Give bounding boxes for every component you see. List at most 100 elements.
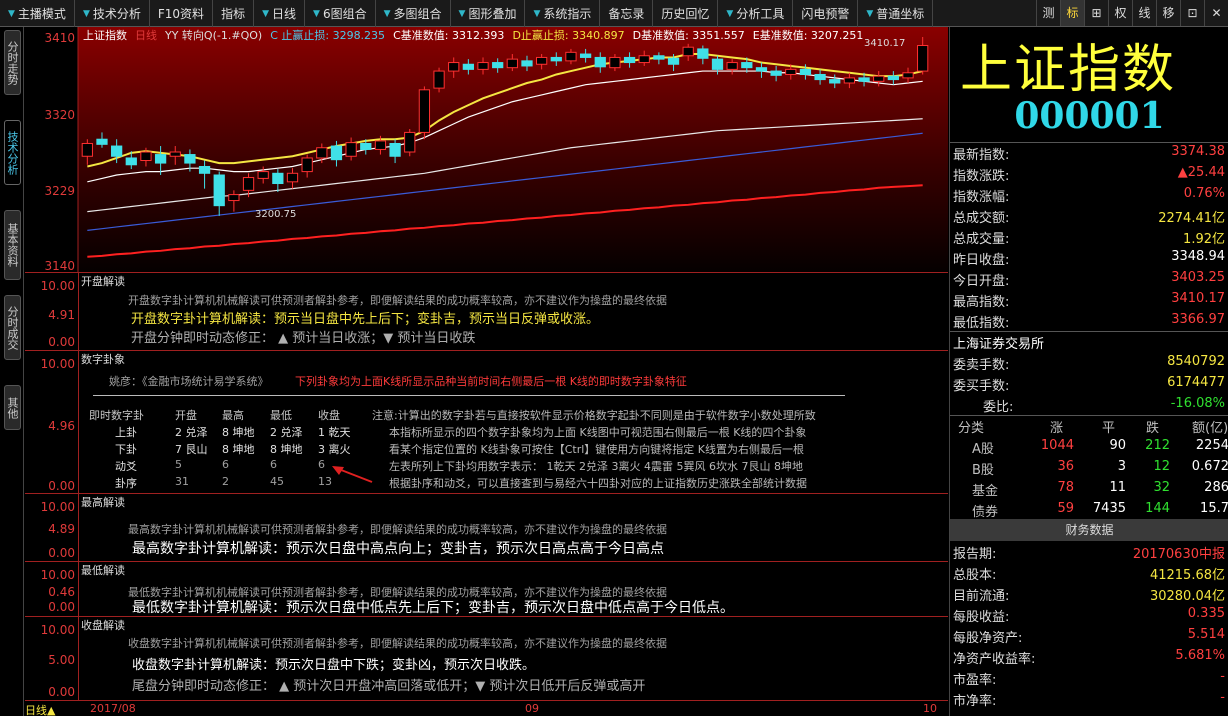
fin-row-2: 目前流通: 30280.04亿	[953, 583, 1225, 604]
panel-open: 开盘解读 10.00 4.91 0.00 开盘数字卦计算机机械解读可供预测者解卦…	[25, 272, 948, 350]
left-tab-4[interactable]: 其他	[4, 385, 21, 430]
candle	[843, 77, 856, 84]
dropdown-arrow-icon: ▼	[82, 8, 90, 19]
candle	[154, 154, 167, 164]
low-annotation: 3200.75	[255, 209, 297, 220]
toolbar-item-4[interactable]: ▼ 日线	[254, 0, 306, 27]
legend-item-4: C基准数值: 3312.393	[393, 29, 505, 42]
candle	[418, 89, 431, 133]
category-header: 分类 涨 平 跌 额(亿)	[950, 415, 1228, 436]
candle	[887, 75, 899, 81]
gua-cell-2-0: 动爻	[115, 460, 137, 473]
toolbar-item-5[interactable]: ▼ 6图组合	[305, 0, 376, 27]
candle	[198, 165, 211, 174]
toolbar-item-label: 6图组合	[322, 6, 367, 21]
category-cell: 78	[1057, 480, 1074, 495]
quote-value: 3403.25	[1171, 270, 1225, 285]
quote-row-3: 总成交额: 2274.41亿	[953, 205, 1225, 226]
panel-gua-title: 数字卦象	[81, 353, 125, 366]
candle	[389, 142, 401, 157]
candle	[550, 56, 562, 62]
candle	[272, 172, 284, 185]
legend-item-6: D基准数值: 3351.557	[632, 29, 745, 42]
candle	[755, 67, 768, 72]
toolbar-item-6[interactable]: ▼ 多图组合	[376, 0, 451, 27]
toolbar-right-button-4[interactable]: 线	[1132, 0, 1156, 26]
quote-value: 2274.41亿	[1158, 211, 1225, 226]
left-tab-1[interactable]: 技术分析	[4, 120, 21, 185]
kline-chart[interactable]: 3410 3320 3229 3140 上证指数 日线 YY 转向Q(-1.#QO)…	[25, 27, 948, 273]
candle	[521, 60, 533, 67]
quote-label: 最高指数:	[953, 295, 1010, 310]
toolbar-right-button-6[interactable]: ⊡	[1180, 0, 1204, 26]
toolbar-item-2[interactable]: F10资料	[150, 0, 214, 27]
panel-low-axis-mid: 0.46	[48, 585, 75, 599]
quote-row-4: 总成交量: 1.92亿	[953, 226, 1225, 247]
category-cell: 59	[1057, 501, 1074, 516]
category-header-0: 分类	[958, 421, 985, 436]
left-tab-2[interactable]: 基本资料	[4, 210, 21, 280]
category-cell: 144	[1145, 501, 1170, 516]
quote-panel: 上证指数 000001 最新指数: 3374.38 指数涨跌: ▲25.44 指数涨幅:…	[949, 27, 1228, 716]
fin-row-6: 市盈率: -	[953, 667, 1225, 688]
category-header-4: 额(亿)	[1192, 421, 1228, 436]
toolbar-item-9[interactable]: 备忘录	[600, 0, 654, 27]
chart-legend: 上证指数 日线 YY 转向Q(-1.#QO) C 止赢止损: 3298.235 C基准数…	[83, 27, 871, 43]
candle	[682, 46, 694, 57]
candle	[81, 142, 93, 157]
quote-value: 0.76%	[1183, 186, 1225, 201]
fin-value: 5.514	[1187, 627, 1225, 642]
toolbar-right-button-5[interactable]: 移	[1156, 0, 1180, 26]
gua-cell-0-1: 2 兑泽	[175, 426, 208, 439]
period-selector[interactable]: 日线▲	[25, 702, 55, 716]
left-tab-0[interactable]: 分时走势	[4, 30, 21, 95]
dropdown-arrow-icon: ▼	[262, 8, 269, 19]
category-cell: 32	[1153, 480, 1170, 495]
date-label-2: 10	[923, 702, 937, 715]
toolbar-item-7[interactable]: ▼ 图形叠加	[451, 0, 526, 27]
toolbar-item-0[interactable]: ▼ 主播模式	[0, 0, 75, 27]
toolbar-item-13[interactable]: ▼ 普通坐标	[858, 0, 934, 27]
order-label: 委卖手数:	[953, 358, 1010, 373]
category-cell: 12	[1153, 459, 1170, 474]
toolbar-item-1[interactable]: ▼ 技术分析	[75, 0, 150, 27]
candle	[579, 53, 592, 58]
date-label-0: 2017/08	[90, 702, 136, 715]
candle	[433, 70, 445, 89]
toolbar-item-3[interactable]: 指标	[213, 0, 255, 27]
legend-item-1: 日线	[135, 29, 157, 42]
panel-close-axis-min: 0.00	[48, 685, 75, 699]
category-cell: 基金	[972, 484, 999, 499]
candle	[462, 63, 474, 70]
panel-high-axis-mid: 4.89	[48, 522, 75, 536]
exchange-name: 上海证券交易所	[953, 337, 1045, 352]
dropdown-arrow-icon: ▼	[533, 8, 541, 19]
toolbar-item-8[interactable]: ▼ 系统指示	[525, 0, 601, 27]
category-cell: 15.7	[1200, 501, 1228, 516]
toolbar-right-button-7[interactable]: ✕	[1204, 0, 1228, 26]
toolbar-item-11[interactable]: ▼ 分析工具	[718, 0, 794, 27]
toolbar-item-label: 多图组合	[393, 6, 442, 21]
toolbar-item-10[interactable]: 历史回忆	[653, 0, 719, 27]
index-name: 上证指数	[960, 40, 1177, 100]
candle	[477, 62, 489, 70]
panel-close-axis-mid: 5.00	[48, 653, 75, 667]
toolbar-item-12[interactable]: 闪电预警	[793, 0, 859, 27]
candle	[858, 77, 870, 82]
fin-label: 目前流通:	[953, 589, 1010, 604]
gua-cell-2-2: 6	[222, 458, 229, 471]
gua-cell-3-3: 45	[270, 475, 284, 488]
kline-chart-canvas[interactable]	[25, 27, 948, 272]
candle	[286, 172, 299, 183]
toolbar-right-button-2[interactable]: ⊞	[1084, 0, 1108, 26]
toolbar-right-button-3[interactable]: 权	[1108, 0, 1132, 26]
gua-note-4: 根据卦序和动爻，可以直接查到与易经六十四卦对应的上证指数历史涨跌全部统计数据	[389, 477, 807, 490]
candle	[814, 73, 826, 81]
toolbar-right-button-0[interactable]: 测	[1036, 0, 1060, 26]
candle	[785, 68, 797, 75]
toolbar-right-button-1[interactable]: 标	[1060, 0, 1084, 26]
left-tab-3[interactable]: 分时成交	[4, 295, 21, 360]
y-tick-3140: 3140	[44, 259, 75, 273]
panel-open-dynamic: 开盘分钟即时动态修正： ▲ 预计当日收涨；▼ 预计当日收跌	[131, 331, 476, 346]
panel-close-reading: 收盘数字卦计算机解读：预示次日盘中下跌；变卦凶，预示次日收跌。	[132, 658, 536, 673]
